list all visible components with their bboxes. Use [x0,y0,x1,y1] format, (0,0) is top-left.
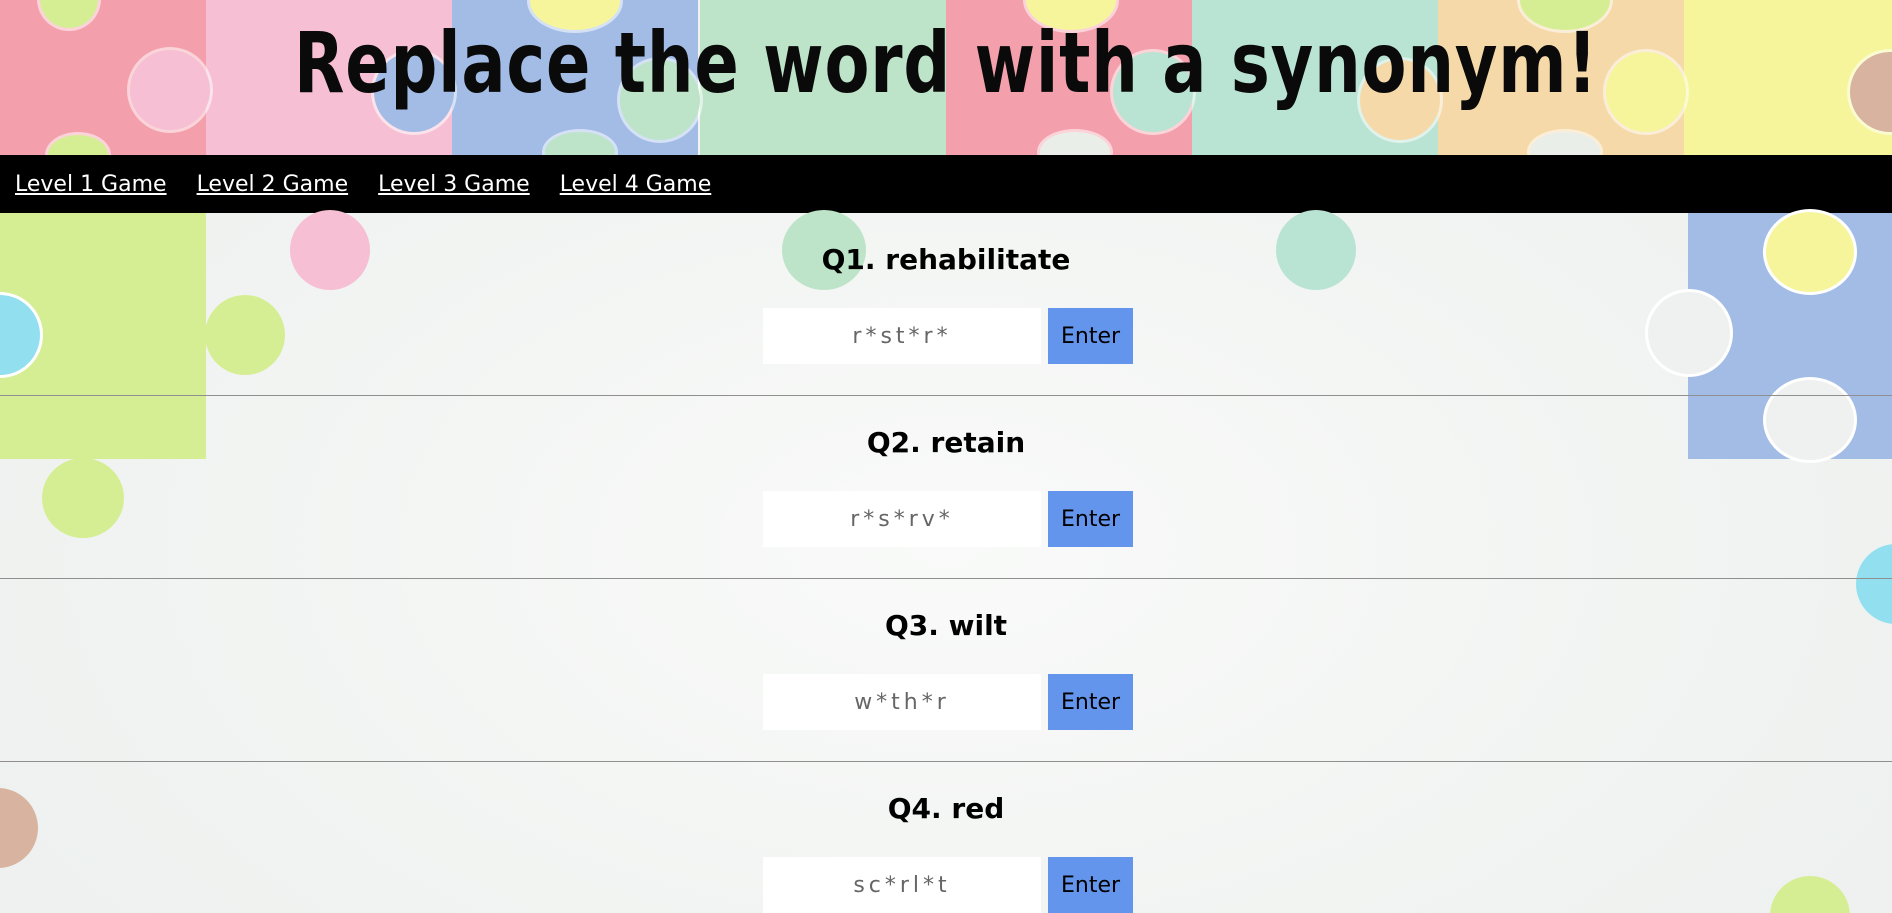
answer-input[interactable] [763,491,1041,547]
enter-button[interactable]: Enter [1048,308,1133,364]
question-list: Q1. rehabilitate Enter Q2. retain Enter … [0,213,1892,913]
question-block: Q4. red Enter [0,762,1892,913]
question-title: Q2. retain [866,426,1026,459]
answer-input[interactable] [763,674,1041,730]
enter-button[interactable]: Enter [1048,491,1133,547]
level-nav: Level 1 Game Level 2 Game Level 3 Game L… [0,155,1892,213]
question-block: Q1. rehabilitate Enter [0,213,1892,396]
answer-row: Enter [763,857,1133,913]
nav-link-level-2[interactable]: Level 2 Game [197,172,349,197]
nav-link-level-3[interactable]: Level 3 Game [378,172,530,197]
page-title: Replace the word with a synonym! [294,14,1598,112]
answer-row: Enter [763,674,1133,730]
enter-button[interactable]: Enter [1048,857,1133,913]
header-banner: Replace the word with a synonym! [0,0,1892,155]
answer-row: Enter [763,491,1133,547]
question-title: Q4. red [887,792,1005,825]
question-block: Q2. retain Enter [0,396,1892,579]
nav-link-level-4[interactable]: Level 4 Game [560,172,712,197]
answer-input[interactable] [763,308,1041,364]
enter-button[interactable]: Enter [1048,674,1133,730]
answer-input[interactable] [763,857,1041,913]
question-block: Q3. wilt Enter [0,579,1892,762]
answer-row: Enter [763,308,1133,364]
puzzle-knob [130,50,210,130]
question-title: Q3. wilt [884,609,1008,642]
nav-link-level-1[interactable]: Level 1 Game [15,172,167,197]
question-title: Q1. rehabilitate [821,243,1071,276]
